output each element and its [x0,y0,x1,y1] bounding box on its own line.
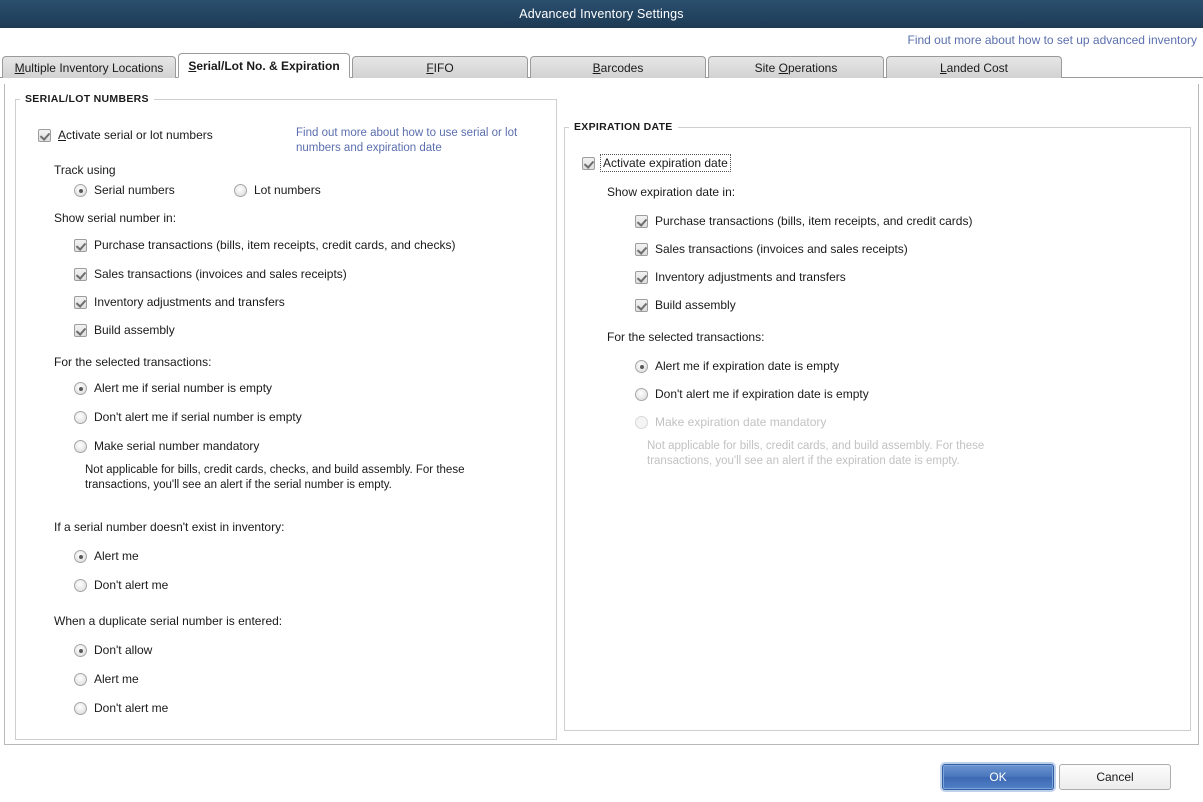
serial-duplicate-dont-allow-label[interactable]: Don't allow [94,643,152,657]
expiration-alert-if-empty-row[interactable]: Alert me if expiration date is empty [635,359,839,373]
serial-duplicate-alert-me-label[interactable]: Alert me [94,672,139,686]
serial-duplicate-dont-alert-me-radio[interactable] [74,702,87,715]
track-using-lot-numbers-label[interactable]: Lot numbers [254,183,321,197]
settings-panel: SERIAL/LOT NUMBERS Activate serial or lo… [4,84,1199,745]
serial-alert-if-empty-row[interactable]: Alert me if serial number is empty [74,381,272,395]
expiration-show-purchase-transactions-checkbox[interactable] [635,215,648,228]
tab-serial-lot-no-expiration[interactable]: Serial/Lot No. & Expiration [178,53,350,78]
serial-alert-if-empty-label[interactable]: Alert me if serial number is empty [94,381,272,395]
serial-duplicate-alert-me-radio[interactable] [74,673,87,686]
expiration-alert-if-empty-radio[interactable] [635,360,648,373]
track-using-serial-numbers-label[interactable]: Serial numbers [94,183,175,197]
serial-show-purchase-transactions-row[interactable]: Purchase transactions (bills, item recei… [74,238,455,252]
serial-duplicate-dont-allow-radio[interactable] [74,644,87,657]
expiration-make-mandatory-label: Make expiration date mandatory [655,415,827,429]
expiration-show-sales-transactions-label[interactable]: Sales transactions (invoices and sales r… [655,242,908,256]
serial-show-build-assembly-row[interactable]: Build assembly [74,323,175,337]
expiration-show-purchase-transactions-label[interactable]: Purchase transactions (bills, item recei… [655,214,972,228]
serial-not-exist-alert-me-row[interactable]: Alert me [74,549,139,563]
serial-make-mandatory-label[interactable]: Make serial number mandatory [94,439,259,453]
serial-duplicate-dont-alert-me-row[interactable]: Don't alert me [74,701,168,715]
serial-make-mandatory-row[interactable]: Make serial number mandatory [74,439,259,453]
track-using-serial-numbers-radio[interactable] [74,184,87,197]
activate-expiration-date-checkbox[interactable] [582,157,595,170]
serial-lot-numbers-group: SERIAL/LOT NUMBERS Activate serial or lo… [15,93,557,740]
activate-serial-or-lot-numbers-row[interactable]: Activate serial or lot numbers [38,128,213,142]
expiration-show-purchase-transactions-row[interactable]: Purchase transactions (bills, item recei… [635,214,972,228]
track-using-label: Track using [54,163,116,177]
expiration-show-build-assembly-checkbox[interactable] [635,299,648,312]
track-using-lot-numbers-radio[interactable] [234,184,247,197]
window-title: Advanced Inventory Settings [519,7,684,21]
serial-duplicate-alert-me-row[interactable]: Alert me [74,672,139,686]
expiration-show-build-assembly-row[interactable]: Build assembly [635,298,736,312]
serial-not-exist-label: If a serial number doesn't exist in inve… [54,520,285,534]
serial-show-sales-transactions-checkbox[interactable] [74,268,87,281]
serial-show-sales-transactions-row[interactable]: Sales transactions (invoices and sales r… [74,267,347,281]
serial-show-purchase-transactions-checkbox[interactable] [74,239,87,252]
expiration-mandatory-note: Not applicable for bills, credit cards, … [647,440,985,467]
track-using-lot-numbers-row[interactable]: Lot numbers [234,183,321,197]
header-help-row: Find out more about how to set up advanc… [0,28,1203,52]
expiration-show-inventory-adjustments-checkbox[interactable] [635,271,648,284]
show-expiration-date-in-label: Show expiration date in: [607,185,736,199]
expiration-show-inventory-adjustments-row[interactable]: Inventory adjustments and transfers [635,270,846,284]
expiration-show-inventory-adjustments-label[interactable]: Inventory adjustments and transfers [655,270,846,284]
expiration-alert-if-empty-label[interactable]: Alert me if expiration date is empty [655,359,839,373]
serial-not-exist-dont-alert-me-row[interactable]: Don't alert me [74,578,168,592]
serial-dont-alert-if-empty-label[interactable]: Don't alert me if serial number is empty [94,410,302,424]
expiration-make-mandatory-row: Make expiration date mandatory [635,415,826,429]
serial-show-purchase-transactions-label[interactable]: Purchase transactions (bills, item recei… [94,238,455,252]
serial-duplicate-dont-alert-me-label[interactable]: Don't alert me [94,701,168,715]
serial-dont-alert-if-empty-row[interactable]: Don't alert me if serial number is empty [74,410,302,424]
dialog-footer: OK Cancel [0,752,1203,802]
track-using-serial-numbers-row[interactable]: Serial numbers [74,183,175,197]
expiration-make-mandatory-radio [635,416,648,429]
serial-duplicate-dont-allow-row[interactable]: Don't allow [74,643,152,657]
serial-show-inventory-adjustments-label[interactable]: Inventory adjustments and transfers [94,295,285,309]
tab-landed-cost[interactable]: Landed Cost [886,56,1062,78]
serial-selected-transactions-label: For the selected transactions: [54,355,212,369]
tab-strip: Multiple Inventory Locations Serial/Lot N… [0,52,1203,78]
serial-show-inventory-adjustments-row[interactable]: Inventory adjustments and transfers [74,295,285,309]
serial-show-sales-transactions-label[interactable]: Sales transactions (invoices and sales r… [94,267,347,281]
window-titlebar: Advanced Inventory Settings [0,0,1203,28]
serial-duplicate-label: When a duplicate serial number is entere… [54,614,283,628]
setup-advanced-inventory-link[interactable]: Find out more about how to set up advanc… [907,33,1197,47]
expiration-show-sales-transactions-row[interactable]: Sales transactions (invoices and sales r… [635,242,908,256]
serial-lot-numbers-legend: SERIAL/LOT NUMBERS [25,93,149,105]
serial-not-exist-dont-alert-me-radio[interactable] [74,579,87,592]
tab-site-operations[interactable]: Site Operations [708,56,884,78]
expiration-date-group: EXPIRATION DATE Activate expiration date… [564,121,1191,731]
activate-serial-or-lot-numbers-checkbox[interactable] [38,129,51,142]
serial-show-build-assembly-checkbox[interactable] [74,324,87,337]
expiration-date-legend: EXPIRATION DATE [574,121,673,133]
serial-dont-alert-if-empty-radio[interactable] [74,411,87,424]
tab-fifo[interactable]: FIFO [352,56,528,78]
activate-expiration-date-label[interactable]: Activate expiration date [600,154,731,172]
expiration-selected-transactions-label: For the selected transactions: [607,330,765,344]
serial-lot-help-link[interactable]: Find out more about how to use serial or… [296,126,544,156]
serial-show-build-assembly-label[interactable]: Build assembly [94,323,175,337]
serial-not-exist-dont-alert-me-label[interactable]: Don't alert me [94,578,168,592]
serial-not-exist-alert-me-label[interactable]: Alert me [94,549,139,563]
serial-make-mandatory-radio[interactable] [74,440,87,453]
serial-alert-if-empty-radio[interactable] [74,382,87,395]
activate-expiration-date-row[interactable]: Activate expiration date [582,154,731,172]
show-serial-number-in-label: Show serial number in: [54,211,177,225]
expiration-show-sales-transactions-checkbox[interactable] [635,243,648,256]
expiration-dont-alert-if-empty-row[interactable]: Don't alert me if expiration date is emp… [635,387,869,401]
activate-serial-or-lot-numbers-label[interactable]: Activate serial or lot numbers [58,128,213,142]
tab-multiple-inventory-locations[interactable]: Multiple Inventory Locations [2,56,176,78]
tab-barcodes[interactable]: Barcodes [530,56,706,78]
ok-button[interactable]: OK [942,764,1054,790]
cancel-button[interactable]: Cancel [1059,764,1171,790]
expiration-dont-alert-if-empty-label[interactable]: Don't alert me if expiration date is emp… [655,387,869,401]
expiration-dont-alert-if-empty-radio[interactable] [635,388,648,401]
expiration-show-build-assembly-label[interactable]: Build assembly [655,298,736,312]
serial-mandatory-note: Not applicable for bills, credit cards, … [85,464,465,491]
serial-not-exist-alert-me-radio[interactable] [74,550,87,563]
serial-show-inventory-adjustments-checkbox[interactable] [74,296,87,309]
